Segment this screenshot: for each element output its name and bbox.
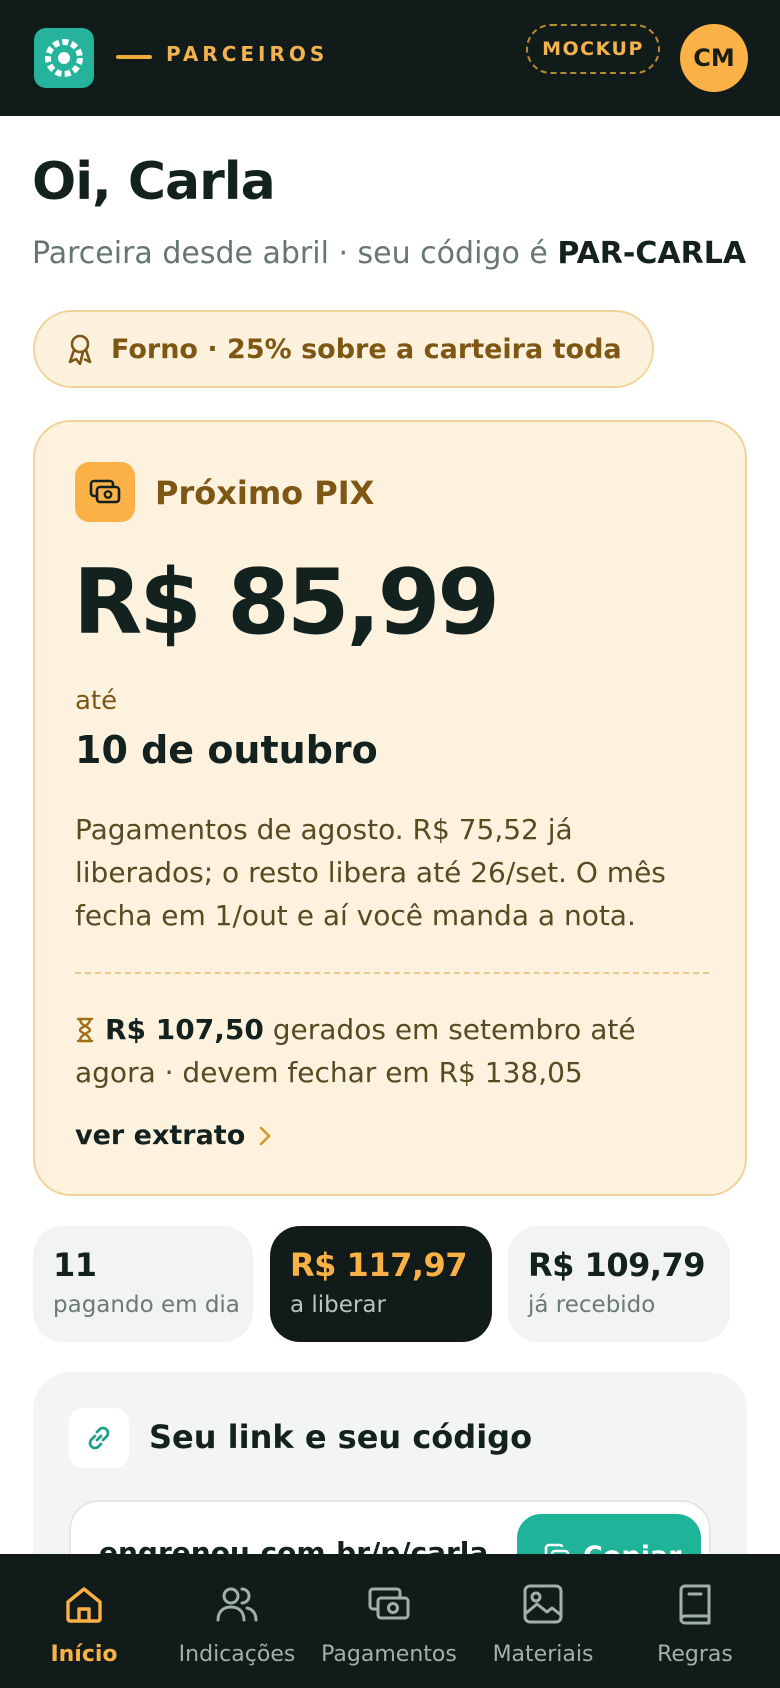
referral-link-title: Seu link e seu código [149, 1418, 533, 1456]
stat-label: já recebido [528, 1292, 656, 1318]
divider [75, 972, 709, 974]
partner-since-text: Parceira desde abril · seu código é [32, 236, 548, 271]
bottom-nav: Início Indicações Pagamentos Materiais R… [0, 1554, 780, 1688]
stat-label: pagando em dia [53, 1292, 240, 1318]
next-pix-card: Próximo PIX R$ 85,99 até 10 de outubro P… [33, 420, 747, 1196]
next-pix-until-label: até [75, 686, 118, 716]
generated-amount: R$ 107,50 [105, 1013, 264, 1046]
nav-item-materials[interactable]: Materiais [484, 1554, 602, 1688]
partner-code: PAR-CARLA [557, 236, 747, 271]
home-icon [66, 1587, 102, 1623]
nav-label: Regras [657, 1642, 733, 1667]
nav-item-rules[interactable]: Regras [642, 1554, 748, 1688]
stat-value: R$ 117,97 [290, 1246, 468, 1284]
logo-gear-icon [45, 39, 83, 77]
nav-item-referrals[interactable]: Indicações [172, 1554, 302, 1688]
avatar[interactable]: CM [680, 24, 748, 92]
brand-dash [116, 55, 152, 59]
mockup-badge: MOCKUP [526, 24, 660, 74]
hourglass-icon [76, 1017, 94, 1043]
stat-to-release[interactable]: R$ 117,97 a liberar [270, 1226, 492, 1342]
partner-subtitle: Parceira desde abril · seu código é PAR-… [32, 236, 746, 271]
book-icon [679, 1584, 711, 1625]
award-ribbon-icon [68, 334, 92, 365]
users-icon [216, 1587, 258, 1622]
nav-item-payments[interactable]: Pagamentos [318, 1554, 460, 1688]
image-icon [523, 1584, 563, 1624]
link-icon [69, 1408, 129, 1468]
next-pix-description: Pagamentos de agosto. R$ 75,52 já libera… [75, 813, 666, 932]
money-icon [368, 1587, 410, 1620]
nav-label: Início [50, 1642, 118, 1667]
next-pix-date: 10 de outubro [75, 728, 378, 772]
nav-label: Materiais [492, 1642, 594, 1667]
money-icon [75, 462, 135, 522]
stat-value: 11 [53, 1246, 97, 1284]
app-logo[interactable] [34, 28, 94, 88]
generated-summary: R$ 107,50 gerados em setembro até agora … [75, 1008, 715, 1094]
nav-item-home[interactable]: Início [28, 1554, 140, 1688]
stat-value: R$ 109,79 [528, 1246, 706, 1284]
nav-label: Indicações [178, 1642, 296, 1667]
brand-label: PARCEIROS [166, 42, 329, 66]
stat-received[interactable]: R$ 109,79 já recebido [508, 1226, 730, 1342]
next-pix-amount: R$ 85,99 [73, 550, 500, 655]
next-pix-title: Próximo PIX [155, 474, 375, 512]
top-bar: PARCEIROS MOCKUP CM [0, 0, 780, 116]
tier-label: Forno · 25% sobre a carteira toda [111, 333, 622, 365]
chevron-right-icon [259, 1126, 271, 1145]
stat-paying-on-time[interactable]: 11 pagando em dia [33, 1226, 253, 1342]
nav-label: Pagamentos [321, 1642, 457, 1667]
page-title: Oi, Carla [32, 152, 276, 212]
tier-badge: Forno · 25% sobre a carteira toda [33, 310, 654, 388]
view-statement-link[interactable]: ver extrato [75, 1120, 271, 1151]
view-statement-label: ver extrato [75, 1120, 246, 1151]
stat-label: a liberar [290, 1292, 386, 1318]
